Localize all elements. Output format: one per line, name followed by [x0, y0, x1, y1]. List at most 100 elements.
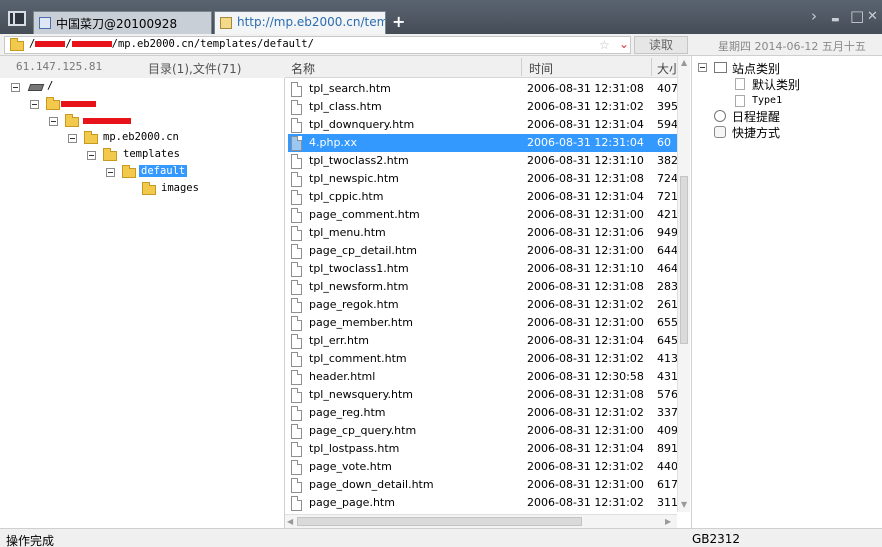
tree-item-redacted-1[interactable] [0, 96, 280, 112]
file-row[interactable]: tpl_comment.htm 2006-08-31 12:31:02 4137 [288, 350, 677, 368]
collapse-icon[interactable] [68, 134, 77, 143]
scroll-right-icon[interactable]: ▶ [665, 517, 671, 526]
file-list: tpl_search.htm 2006-08-31 12:31:08 407 tpl_… [285, 80, 677, 512]
file-row[interactable]: page_vote.htm 2006-08-31 12:31:02 440 [288, 458, 677, 476]
file-size: 464 [657, 262, 677, 275]
tree-item-default-category[interactable]: 默认类别 [692, 76, 882, 92]
tree-item-default[interactable]: default [0, 164, 280, 180]
tree-item-images[interactable]: images [0, 181, 280, 197]
status-text: 操作完成 [6, 534, 55, 547]
file-row[interactable]: tpl_err.htm 2006-08-31 12:31:04 645 [288, 332, 677, 350]
file-row[interactable]: page_down_detail.htm 2006-08-31 12:31:00 6… [288, 476, 677, 494]
column-divider[interactable] [521, 58, 522, 76]
star-icon[interactable]: ☆ [599, 38, 610, 52]
path-input[interactable]: / //mp.eb2000.cn/templates/default/ ☆ ⌄ [4, 36, 631, 54]
file-row[interactable]: page_reg.htm 2006-08-31 12:31:02 3370 [288, 404, 677, 422]
file-name: header.html [309, 370, 376, 383]
file-row[interactable]: tpl_twoclass2.htm 2006-08-31 12:31:10 382 [288, 152, 677, 170]
file-icon [291, 154, 302, 169]
file-size: 891 [657, 442, 677, 455]
collapse-icon[interactable] [49, 117, 58, 126]
file-row[interactable]: page_comment.htm 2006-08-31 12:31:00 4215 [288, 206, 677, 224]
file-time: 2006-08-31 12:31:00 [527, 478, 644, 491]
collapse-icon[interactable] [30, 100, 39, 109]
file-icon [291, 298, 302, 313]
file-name: page_page.htm [309, 496, 395, 509]
file-row[interactable]: tpl_class.htm 2006-08-31 12:31:02 395 [288, 98, 677, 116]
maximize-button[interactable]: □ [850, 9, 864, 24]
close-button[interactable]: ✕ [867, 9, 878, 24]
new-tab-button[interactable]: + [392, 12, 405, 31]
collapse-icon[interactable] [87, 151, 96, 160]
collapse-icon[interactable] [698, 63, 707, 72]
file-row[interactable]: page_member.htm 2006-08-31 12:31:00 6558 [288, 314, 677, 332]
file-size: 6175 [657, 478, 677, 491]
tab-current[interactable]: http://mp.eb2000.cn/templat... [214, 11, 386, 34]
file-row[interactable]: tpl_lostpass.htm 2006-08-31 12:31:04 891 [288, 440, 677, 458]
tree-item-templates[interactable]: templates [0, 147, 280, 163]
column-header-size[interactable]: 大小 [657, 60, 677, 77]
file-row[interactable]: tpl_newsquery.htm 2006-08-31 12:31:08 576 [288, 386, 677, 404]
file-row[interactable]: header.html 2006-08-31 12:30:58 431 [288, 368, 677, 386]
scroll-up-icon[interactable]: ▲ [681, 58, 687, 67]
file-time: 2006-08-31 12:30:58 [527, 370, 644, 383]
forward-icon[interactable]: › [811, 9, 817, 24]
tree-label: Type1 [752, 95, 783, 106]
file-size: 60 [657, 136, 671, 149]
vertical-scrollbar[interactable]: ▲ ▼ [677, 56, 690, 512]
tree-item-site[interactable]: mp.eb2000.cn [0, 130, 280, 146]
horizontal-scrollbar[interactable]: ◀ ▶ [285, 514, 677, 528]
file-row[interactable]: tpl_cppic.htm 2006-08-31 12:31:04 721 [288, 188, 677, 206]
file-time: 2006-08-31 12:31:04 [527, 136, 644, 149]
file-row[interactable]: page_cp_detail.htm 2006-08-31 12:31:00 644… [288, 242, 677, 260]
scrollbar-thumb[interactable] [297, 517, 582, 526]
file-row[interactable]: tpl_newspic.htm 2006-08-31 12:31:08 724 [288, 170, 677, 188]
window-icon [39, 17, 51, 29]
file-name: tpl_class.htm [309, 100, 382, 113]
column-divider[interactable] [651, 58, 652, 76]
app-menu-button[interactable] [8, 11, 26, 26]
scroll-left-icon[interactable]: ◀ [287, 517, 293, 526]
page-icon [735, 95, 745, 107]
file-row[interactable]: 4.php.xx 2006-08-31 12:31:04 60 [288, 134, 677, 152]
file-name: tpl_downquery.htm [309, 118, 415, 131]
file-icon [291, 442, 302, 457]
collapse-icon[interactable] [106, 168, 115, 177]
tree-item-root[interactable]: / [0, 79, 280, 95]
directory-tree-pane: 61.147.125.81 目录(1),文件(71) / mp.eb2000.c… [0, 56, 285, 528]
file-row[interactable]: tpl_menu.htm 2006-08-31 12:31:06 949 [288, 224, 677, 242]
file-size: 721 [657, 190, 677, 203]
tree-item-type1[interactable]: Type1 [692, 93, 882, 109]
file-time: 2006-08-31 12:31:04 [527, 118, 644, 131]
column-header-time[interactable]: 时间 [529, 60, 553, 77]
tree-item-schedule[interactable]: 日程提醒 [692, 108, 882, 124]
server-ip: 61.147.125.81 [16, 60, 103, 73]
file-row[interactable]: tpl_downquery.htm 2006-08-31 12:31:04 594 [288, 116, 677, 134]
file-time: 2006-08-31 12:31:00 [527, 424, 644, 437]
file-row[interactable]: page_cp_query.htm 2006-08-31 12:31:00 4090 [288, 422, 677, 440]
file-row[interactable]: page_regok.htm 2006-08-31 12:31:02 2610 [288, 296, 677, 314]
file-time: 2006-08-31 12:31:08 [527, 280, 644, 293]
file-icon [291, 172, 302, 187]
file-row[interactable]: tpl_search.htm 2006-08-31 12:31:08 407 [288, 80, 677, 98]
encoding-indicator[interactable]: GB2312 [692, 532, 740, 546]
column-header-name[interactable]: 名称 [291, 60, 315, 77]
read-button[interactable]: 读取 [634, 36, 688, 54]
tree-item-shortcuts[interactable]: 快捷方式 [692, 124, 882, 140]
tree-item-site-category[interactable]: 站点类别 [692, 60, 882, 76]
file-row[interactable]: tpl_newsform.htm 2006-08-31 12:31:08 2830 [288, 278, 677, 296]
tree-item-redacted-2[interactable] [0, 113, 280, 129]
scroll-down-icon[interactable]: ▼ [681, 500, 687, 509]
file-row[interactable]: tpl_twoclass1.htm 2006-08-31 12:31:10 464 [288, 260, 677, 278]
file-name: tpl_twoclass2.htm [309, 154, 409, 167]
redaction-mark [35, 41, 66, 47]
scrollbar-thumb[interactable] [680, 176, 688, 344]
file-row[interactable]: page_page.htm 2006-08-31 12:31:02 3117 [288, 494, 677, 512]
file-time: 2006-08-31 12:31:08 [527, 172, 644, 185]
minimize-button[interactable]: ▬ [831, 13, 840, 28]
chevron-down-icon[interactable]: ⌄ [619, 37, 629, 51]
address-bar: / //mp.eb2000.cn/templates/default/ ☆ ⌄ 读… [0, 34, 882, 56]
folder-icon [220, 17, 232, 29]
tab-home[interactable]: 中国菜刀@20100928 [33, 11, 212, 34]
collapse-icon[interactable] [11, 83, 20, 92]
